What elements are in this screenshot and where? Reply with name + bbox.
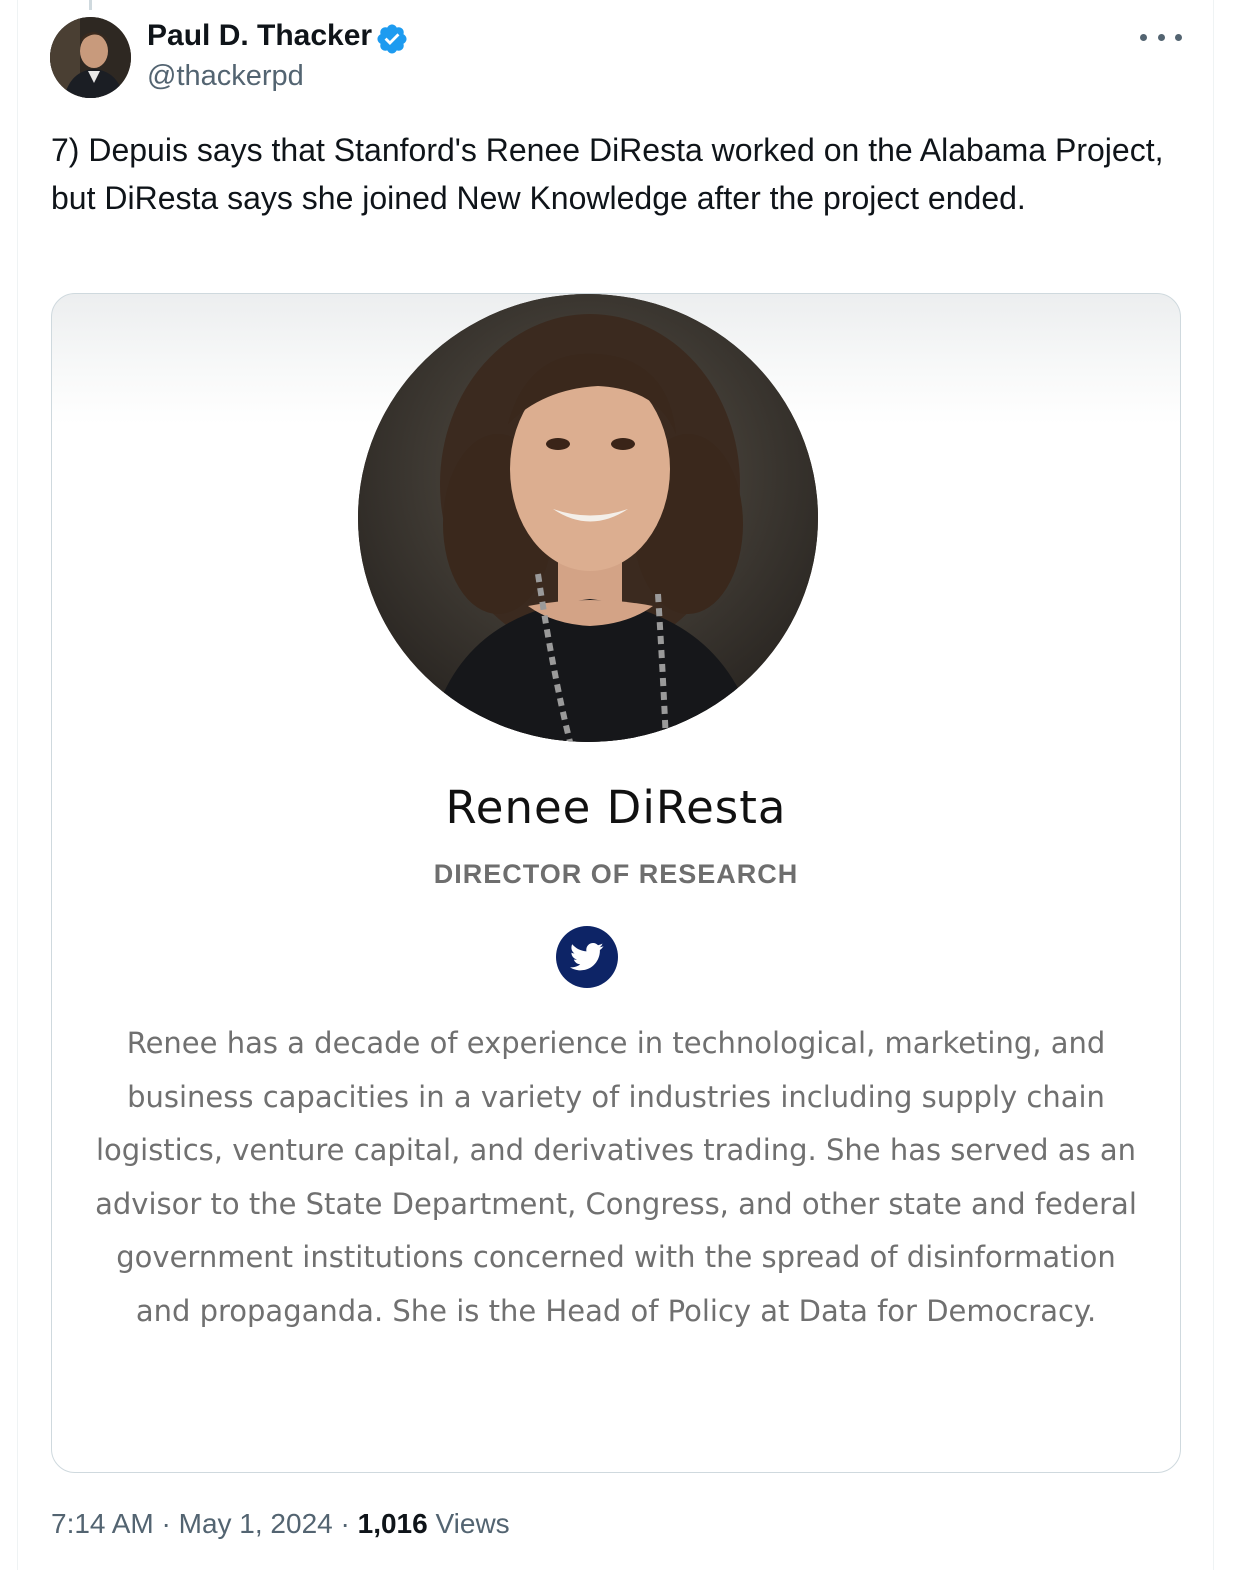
person-bio: Renee has a decade of experience in tech…	[95, 1026, 1137, 1328]
tweet-media-image[interactable]: Renee DiResta DIRECTOR OF RESEARCH Renee…	[51, 293, 1181, 1473]
views-count[interactable]: 1,016	[358, 1508, 428, 1539]
author-handle[interactable]: @thackerpd	[147, 59, 304, 93]
timeline-border-right	[1213, 0, 1214, 1570]
author-name[interactable]: Paul D. Thacker	[147, 18, 372, 54]
tweet-text: 7) Depuis says that Stanford's Renee DiR…	[51, 132, 1164, 216]
more-horizontal-icon[interactable]	[1140, 24, 1182, 50]
meta-separator: ·	[161, 1508, 171, 1539]
person-portrait	[358, 294, 818, 742]
tweet-meta: 7:14 AM · May 1, 2024 · 1,016 Views	[51, 1506, 510, 1542]
person-title: DIRECTOR OF RESEARCH	[433, 859, 799, 889]
verified-badge-icon	[377, 24, 407, 54]
person-name: Renee DiResta	[445, 781, 787, 834]
tweet-time[interactable]: 7:14 AM	[51, 1508, 154, 1539]
views-label: Views	[435, 1508, 510, 1539]
twitter-bird-icon	[556, 926, 618, 988]
timeline-border-left	[17, 0, 18, 1570]
author-avatar[interactable]	[50, 17, 131, 98]
tweet-date[interactable]: May 1, 2024	[179, 1508, 333, 1539]
meta-separator: ·	[340, 1508, 350, 1539]
thread-connector-line	[89, 0, 92, 10]
